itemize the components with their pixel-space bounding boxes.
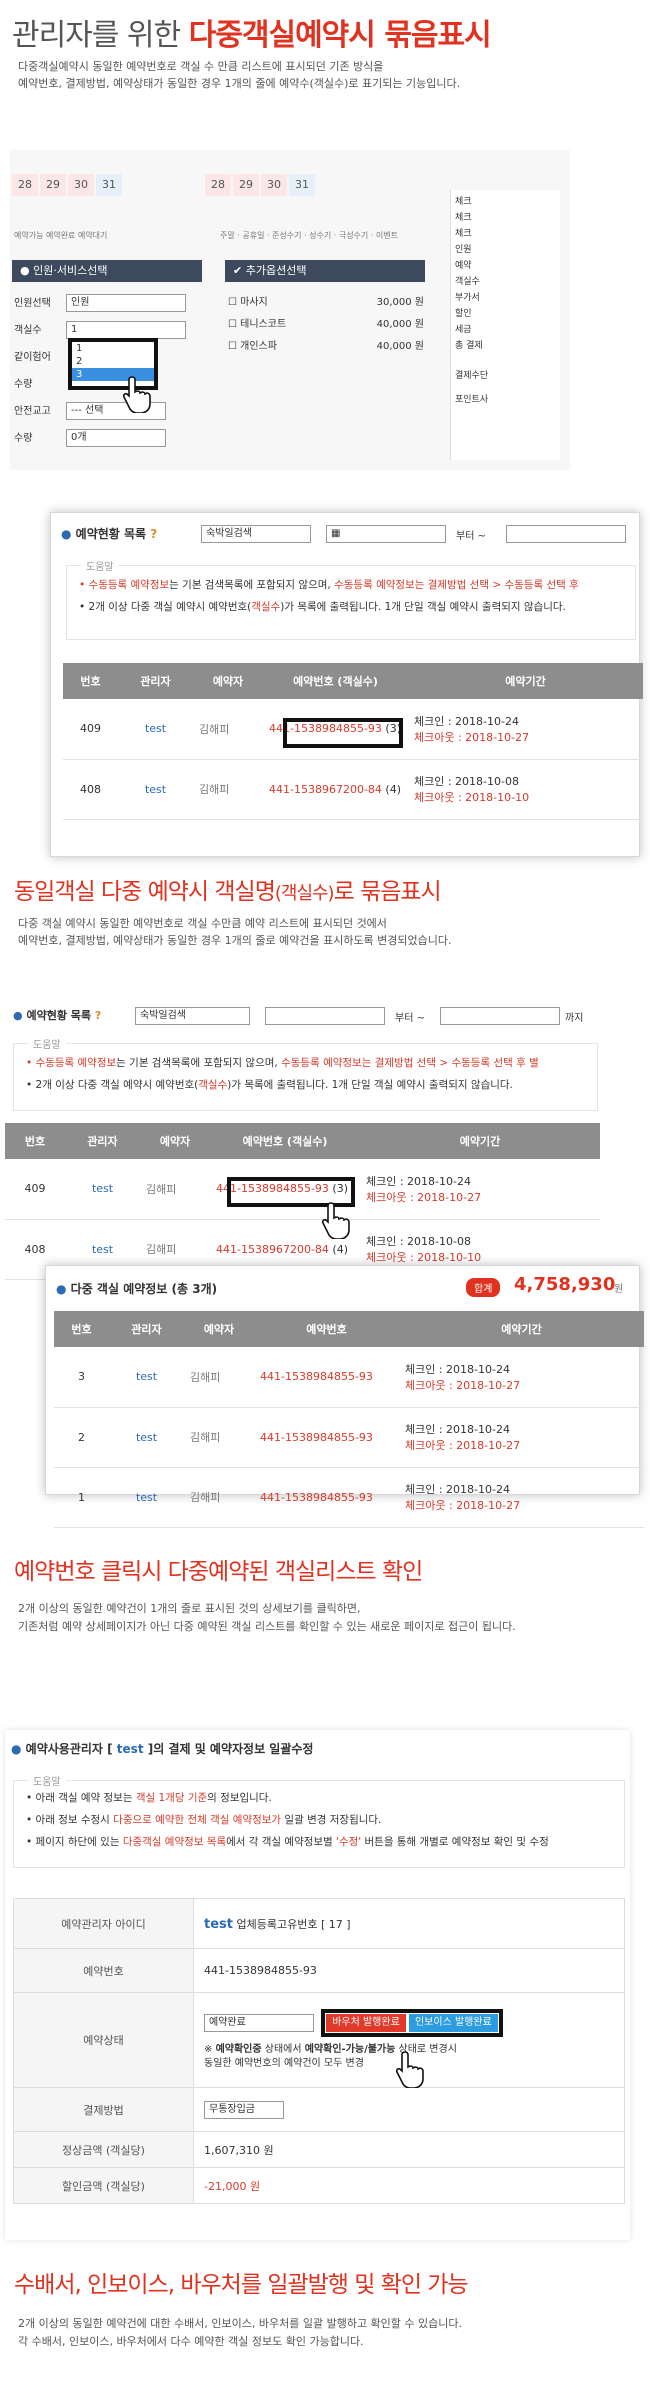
quantity-select[interactable]: 0개 [66, 429, 166, 447]
section4-desc-1: 2개 이상의 동일한 예약건에 대한 수배서, 인보이스, 바우처를 일괄 발행… [18, 2317, 463, 2330]
option-row[interactable]: ☐ 개인스파 40,000 원 [228, 336, 424, 358]
info-circle-icon: ● [11, 1742, 22, 1756]
search-type-select[interactable]: 숙박일검색 [135, 1007, 250, 1025]
legend-left: 예약가능 예약완료 예약대기 [14, 231, 108, 240]
option-list: ☐ 마사지 30,000 원 ☐ 테니스코트 40,000 원 ☐ 개인스파 40,0… [228, 292, 424, 358]
section4-desc-2: 각 수배서, 인보이스, 바우처에서 다수 예약한 객실 정보도 확인 가능합니… [18, 2335, 364, 2348]
date-to-input[interactable] [440, 1007, 560, 1025]
help-box: 도움말 • 아래 객실 예약 정보는 객실 1개당 기준의 정보입니다. • 아… [13, 1773, 625, 1868]
help-box: 도움말 • 수동등록 예약정보는 기본 검색목록에 포함되지 않으며, 수동등록… [13, 1036, 598, 1111]
legend-right: 주말 · 공휴일 · 준성수기 · 성수기 · 극성수기 · 이벤트 [220, 231, 398, 240]
panel-people-title: ● 인원·서비스선택 [12, 260, 202, 282]
status-select[interactable]: 예약완료 [204, 2014, 314, 2032]
edit-form-table: 예약관리자 아이디 test 업체등록고유번호 [ 17 ] 예약번호 441-15… [13, 1898, 625, 2204]
header-desc-2: 예약번호, 결제방법, 예약상태가 동일한 경우 1개의 줄에 예약수(객실수)… [18, 77, 461, 90]
highlight-box: 바우처 발행완료 인보이스 발행완료 [321, 2009, 503, 2037]
hand-pointer-icon [122, 375, 152, 414]
booking-widget: 28 29 30 31 28 29 30 31 예약가능 예약완료 예약대기 주말 · 공휴… [10, 150, 570, 470]
help-box: 도움말 • 수동등록 예약정보는 기본 검색목록에 포함되지 않으며, 수동등록… [66, 558, 636, 640]
check-icon: ✔ [233, 264, 246, 277]
panel-option-title: ✔ 추가옵션선택 [225, 260, 425, 282]
invoice-button[interactable]: 인보이스 발행완료 [408, 2014, 498, 2032]
question-icon[interactable]: ? [150, 527, 157, 541]
header-desc-1: 다중객실예약시 동일한 예약번호로 객실 수 만큼 리스트에 표시되던 기존 방… [18, 60, 384, 73]
total-currency: 원 [614, 1284, 624, 1295]
section3-desc-2: 기존처럼 예약 상세페이지가 아닌 다중 예약된 객실 리스트를 확인할 수 있… [18, 1620, 516, 1633]
reservation-list-panel: ● 예약현황 목록 ? 숙박일검색 ▦ 부터 ~ 도움말 • 수동등록 예약정보… [50, 512, 643, 857]
from-label: 부터 ~ [456, 531, 486, 542]
list2-title: ● 예약현황 목록 ? [13, 1009, 102, 1022]
section2-desc-1: 다중 객실 예약시 동일한 예약번호로 객실 수만큼 예약 리스트에 표시되던 … [18, 917, 387, 930]
hand-pointer-icon [395, 2050, 425, 2089]
multi-table: 번호 관리자 예약자 예약번호 예약기간 3 test 김해피 441-1538984855-… [54, 1311, 644, 1528]
table-row[interactable]: 1 test 김해피 441-1538984855-93 체크인 : 2018-10-2… [54, 1467, 644, 1528]
multi-room-panel: ● 다중 객실 예약정보 (총 3개) 합계 4,758,930 원 번호 관리자… [45, 1265, 644, 1528]
edit-title: ● 예약사용관리자 [ test ]의 결제 및 예약자정보 일괄수정 [11, 1742, 314, 1756]
highlight-box [283, 718, 403, 748]
voucher-button[interactable]: 바우처 발행완료 [326, 2014, 406, 2032]
to-label: 까지 [565, 1013, 584, 1024]
date-to-input[interactable] [506, 525, 626, 543]
table-row[interactable]: 2 test 김해피 441-1538984855-93 체크인 : 2018-10-2… [54, 1407, 644, 1468]
option-row[interactable]: ☐ 테니스코트 40,000 원 [228, 314, 424, 336]
search-type-select[interactable]: 숙박일검색 [201, 525, 311, 543]
section4-title: 수배서, 인보이스, 바우처를 일괄발행 및 확인 가능 [14, 2272, 469, 2298]
calendar-left: 28 29 30 31 [12, 174, 124, 196]
info-circle-icon: ● [61, 527, 72, 541]
multi-title: ● 다중 객실 예약정보 (총 3개) [56, 1282, 218, 1296]
table-row[interactable]: 408 test 김해피 441-1538967200-84 (4) 체크인 : 201… [63, 759, 643, 820]
question-icon[interactable]: ? [95, 1009, 101, 1022]
list-title: ● 예약현황 목록 ? [61, 527, 158, 541]
reservation-list-panel-2: ● 예약현황 목록 ? 숙박일검색 부터 ~ 까지 도움말 • 수동등록 예약정… [5, 1005, 600, 1305]
people-select[interactable]: 인원 [66, 294, 186, 312]
option-row[interactable]: ☐ 마사지 30,000 원 [228, 292, 424, 314]
hand-pointer-icon [321, 1201, 351, 1240]
side-summary: 체크 체크 체크 인원 예약 객실수 부가서 할인 세금 총 결제 결제수단 포인트사 [450, 190, 560, 460]
info-circle-icon: ● [56, 1282, 67, 1296]
room-count-select[interactable]: 1 [66, 321, 186, 339]
date-from-input[interactable] [265, 1007, 385, 1025]
from-label: 부터 ~ [395, 1013, 425, 1024]
section2-desc-2: 예약번호, 결제방법, 예약상태가 동일한 경우 1개의 줄로 예약건을 표시하… [18, 934, 452, 947]
calendar-icon[interactable]: ▦ [331, 528, 340, 539]
section3-desc-1: 2개 이상의 동일한 예약건이 1개의 줄로 표시된 것의 상세보기를 클릭하면… [18, 1602, 361, 1615]
section2-title: 동일객실 다중 예약시 객실명(객실수)로 묶음표시 [14, 879, 442, 905]
page-title: 관리자를 위한 다중객실예약시 묶음표시 [12, 18, 492, 53]
total-amount: 4,758,930 [514, 1274, 616, 1295]
total-badge: 합계 [466, 1278, 501, 1297]
section3-title: 예약번호 클릭시 다중예약된 객실리스트 확인 [14, 1559, 423, 1585]
date-from-input[interactable]: ▦ [326, 525, 446, 543]
user-icon: ● [20, 264, 34, 277]
table-row[interactable]: 3 test 김해피 441-1538984855-93 체크인 : 2018-10-2… [54, 1347, 644, 1408]
bulk-edit-panel: ● 예약사용관리자 [ test ]의 결제 및 예약자정보 일괄수정 도움말 … [5, 1730, 630, 2240]
page: 관리자를 위한 다중객실예약시 묶음표시 다중객실예약시 동일한 예약번호로 객… [0, 0, 650, 2397]
payment-select[interactable]: 무통장입금 [204, 2100, 284, 2119]
calendar-right: 28 29 30 31 [205, 174, 317, 196]
